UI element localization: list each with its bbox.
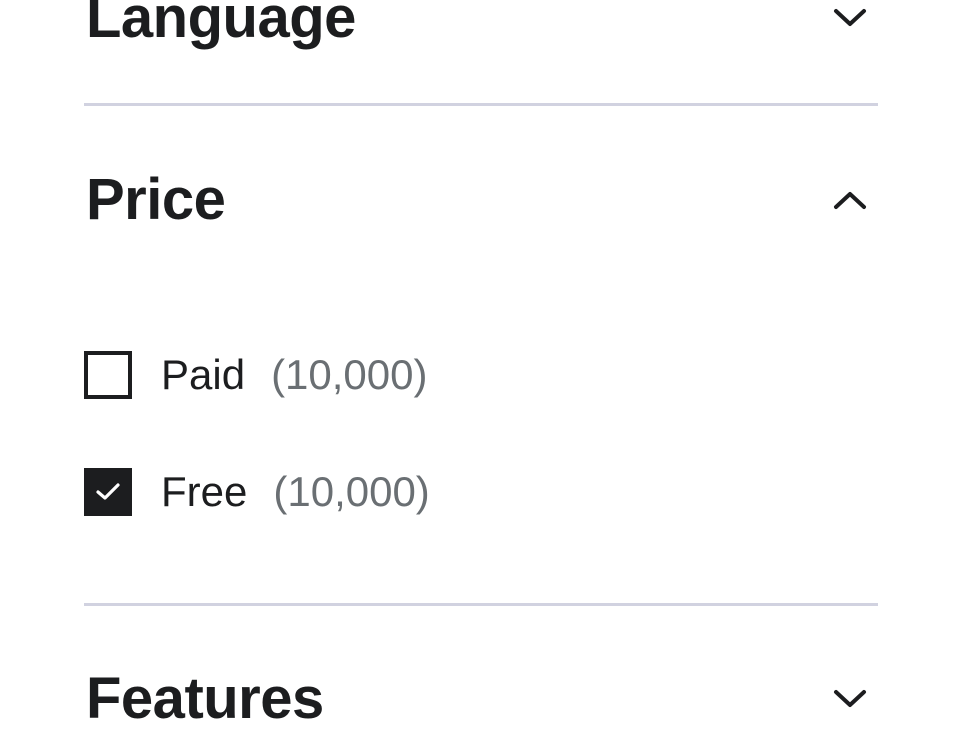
option-count-paid: (10,000)	[271, 351, 428, 398]
section-title-price: Price	[86, 167, 226, 232]
price-option-paid[interactable]: Paid (10,000)	[84, 351, 428, 399]
checkmark-icon	[96, 483, 120, 500]
filter-section-features-header[interactable]: Features	[86, 668, 876, 730]
option-count-free: (10,000)	[273, 468, 430, 515]
option-label-paid: Paid	[161, 351, 246, 398]
section-title-language: Language	[86, 0, 356, 50]
filter-section-price-header[interactable]: Price	[86, 168, 876, 232]
option-label-free: Free	[161, 468, 248, 515]
filter-panel: Language Price Paid (10,000) Free (10,00…	[0, 0, 960, 735]
section-title-features: Features	[86, 666, 324, 731]
chevron-down-icon[interactable]	[830, 0, 870, 38]
chevron-down-icon[interactable]	[830, 679, 870, 719]
filter-section-language-header[interactable]: Language	[86, 0, 876, 48]
paid-checkbox[interactable]	[84, 351, 132, 399]
section-divider	[84, 603, 878, 606]
free-checkbox[interactable]	[84, 468, 132, 516]
price-option-free[interactable]: Free (10,000)	[84, 468, 430, 516]
section-divider	[84, 103, 878, 106]
chevron-up-icon[interactable]	[830, 180, 870, 220]
